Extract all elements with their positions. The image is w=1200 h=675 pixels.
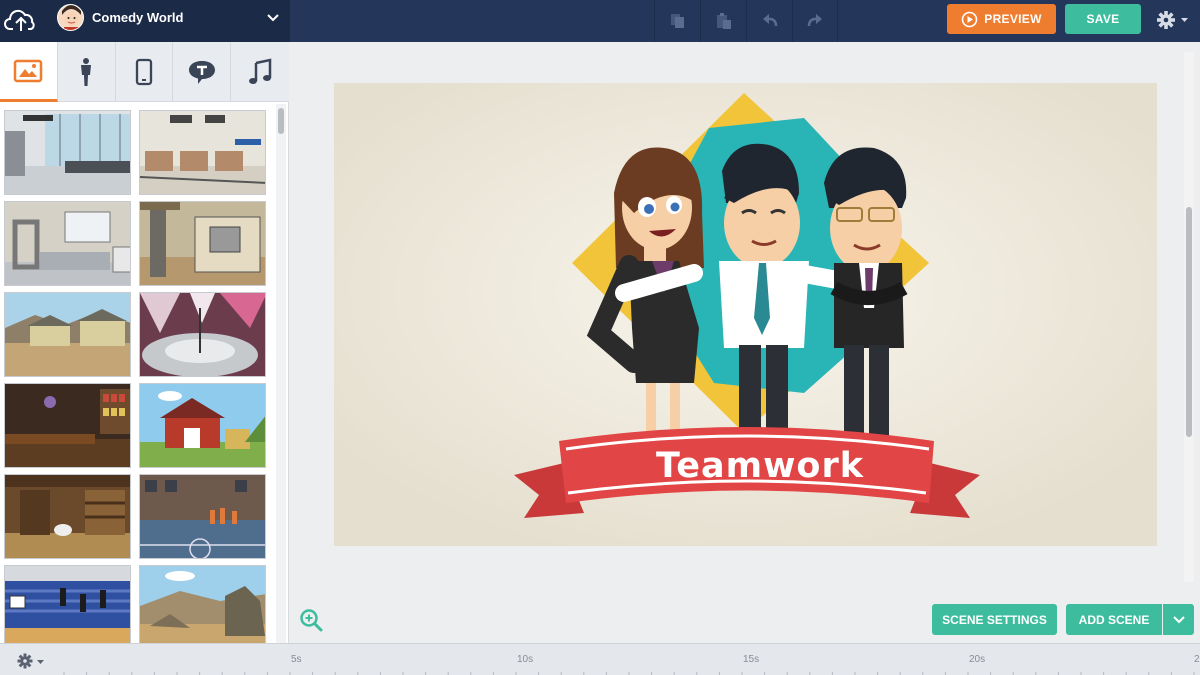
thumbnail-bar-interior[interactable]: [4, 383, 131, 468]
stage-scrollbar-thumb[interactable]: [1186, 207, 1192, 437]
tab-audio[interactable]: [231, 42, 289, 102]
tab-props[interactable]: [115, 42, 174, 102]
chevron-down-icon[interactable]: [266, 11, 280, 25]
thumbnail-basketball-gym[interactable]: [4, 565, 131, 643]
background-thumbnail-grid: [4, 110, 272, 643]
paste-button[interactable]: [700, 0, 746, 42]
thumbnail-red-barn[interactable]: [139, 383, 266, 468]
gear-icon[interactable]: [1155, 9, 1191, 31]
library-tabs: [0, 42, 289, 102]
undo-button[interactable]: [746, 0, 792, 42]
copy-icon: [670, 14, 684, 28]
thumbnail-construction-site[interactable]: [139, 201, 266, 286]
thumbnail-basketball-court-outdoor[interactable]: [139, 474, 266, 559]
speech-bubble-icon: [188, 60, 215, 84]
timeline-ruler: [63, 672, 1195, 675]
thumbnail-security-checkpoint[interactable]: [4, 201, 131, 286]
scene-canvas[interactable]: Teamwork: [334, 83, 1157, 546]
timeline[interactable]: 5s 10s 15s 20s 2: [0, 643, 1200, 675]
library-scrollbar-thumb[interactable]: [278, 108, 284, 134]
person-icon: [81, 57, 92, 86]
redo-icon: [807, 14, 822, 27]
timeline-tick-label: 2: [1194, 654, 1200, 665]
banner-text[interactable]: Teamwork: [650, 446, 870, 486]
thumbnail-barn-interior[interactable]: [4, 474, 131, 559]
avatar: [57, 4, 84, 31]
theme-selector[interactable]: Comedy World: [0, 0, 290, 42]
redo-button[interactable]: [792, 0, 838, 42]
thumbnail-rocky-desert[interactable]: [139, 565, 266, 643]
add-scene-button[interactable]: ADD SCENE: [1066, 604, 1162, 635]
asset-library-panel: [0, 42, 289, 643]
thumbnail-talk-show-stage[interactable]: [139, 292, 266, 377]
scene-editor-stage: Teamwork SCENE SETTINGS ADD SCENE: [290, 42, 1200, 643]
chevron-down-icon: [1172, 615, 1185, 623]
save-button[interactable]: SAVE: [1065, 4, 1141, 34]
play-circle-icon: [961, 11, 978, 27]
timeline-tick-label: 15s: [743, 654, 760, 665]
add-scene-dropdown-button[interactable]: [1163, 604, 1194, 635]
top-bar: Comedy World PREVIEW SAVE: [0, 0, 1200, 42]
music-note-icon: [249, 57, 272, 84]
copy-button[interactable]: [654, 0, 700, 42]
phone-icon: [135, 58, 153, 85]
theme-name: Comedy World: [92, 10, 184, 25]
cloud-upload-icon[interactable]: [4, 5, 38, 35]
image-icon: [14, 59, 43, 82]
timeline-tick-label: 20s: [969, 654, 986, 665]
thumbnail-farm-village[interactable]: [4, 292, 131, 377]
timeline-tick-label: 5s: [291, 654, 302, 665]
timeline-tick-label: 10s: [517, 654, 534, 665]
tab-backgrounds[interactable]: [0, 42, 58, 102]
library-scrollbar[interactable]: [276, 104, 286, 643]
tab-characters[interactable]: [57, 42, 116, 102]
zoom-in-icon[interactable]: [299, 608, 323, 632]
preview-label: PREVIEW: [984, 12, 1042, 26]
undo-icon: [762, 14, 777, 27]
preview-button[interactable]: PREVIEW: [947, 4, 1056, 34]
thumbnail-airport-lounge[interactable]: [4, 110, 131, 195]
paste-icon: [716, 13, 731, 29]
scene-settings-button[interactable]: SCENE SETTINGS: [932, 604, 1057, 635]
thumbnail-airport-checkin[interactable]: [139, 110, 266, 195]
tab-text[interactable]: [173, 42, 232, 102]
timeline-settings-gear-icon[interactable]: [16, 652, 48, 670]
